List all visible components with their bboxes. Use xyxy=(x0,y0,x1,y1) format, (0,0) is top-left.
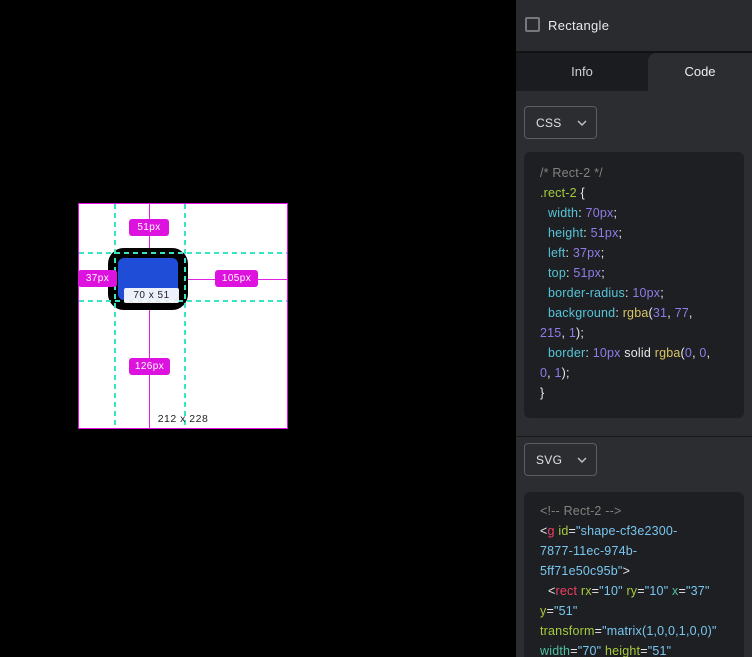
code-line: .rect-2 { xyxy=(540,183,744,203)
code-line: <rect rx="10" ry="10" x="37" xyxy=(548,581,744,601)
chevron-down-icon xyxy=(577,457,587,463)
code-line: background: rgba(31, 77, xyxy=(548,303,744,323)
shape-size-chip: 70 x 51 xyxy=(124,288,179,303)
code-line: border: 10px solid rgba(0, 0, xyxy=(548,343,744,363)
code-line: <!-- Rect-2 --> xyxy=(540,501,744,521)
code-line: height: 51px; xyxy=(548,223,744,243)
shape-checkbox[interactable] xyxy=(525,17,540,32)
chevron-down-icon xyxy=(577,120,587,126)
guide-top-edge xyxy=(79,252,287,254)
svg-language-select[interactable]: SVG xyxy=(524,443,597,476)
code-line: } xyxy=(540,383,744,403)
css-language-value: CSS xyxy=(536,116,562,130)
code-line: top: 51px; xyxy=(548,263,744,283)
code-line: border-radius: 10px; xyxy=(548,283,744,303)
guide-right-edge xyxy=(184,204,186,428)
measure-line-vertical xyxy=(149,204,150,428)
css-code-block: /* Rect-2 */.rect-2 {width: 70px;height:… xyxy=(524,152,744,418)
code-line: width: 70px; xyxy=(548,203,744,223)
code-line: <g id="shape-cf3e2300- xyxy=(540,521,744,541)
artboard[interactable]: 70 x 51 51px 37px 105px 126px 212 x 228 xyxy=(78,203,288,429)
code-line: 5ff71e50c95b"> xyxy=(540,561,744,581)
guide-left-edge xyxy=(114,204,116,428)
guide-bottom-edge xyxy=(79,300,287,302)
tab-code[interactable]: Code xyxy=(648,53,752,91)
canvas[interactable]: 70 x 51 51px 37px 105px 126px 212 x 228 xyxy=(0,0,516,657)
measurement-badge-left: 37px xyxy=(78,270,117,287)
svg-language-value: SVG xyxy=(536,453,562,467)
artboard-size-label: 212 x 228 xyxy=(79,413,287,425)
code-line: /* Rect-2 */ xyxy=(540,163,744,183)
code-line: 7877-11ec-974b- xyxy=(540,541,744,561)
code-line: transform="matrix(1,0,0,1,0,0)" xyxy=(540,621,744,641)
code-line: width="70" height="51" xyxy=(540,641,744,657)
measurement-badge-right: 105px xyxy=(215,270,258,287)
code-line: y="51" xyxy=(540,601,744,621)
section-divider xyxy=(516,436,752,437)
code-line: left: 37px; xyxy=(548,243,744,263)
code-line: 215, 1); xyxy=(540,323,744,343)
code-line: 0, 1); xyxy=(540,363,744,383)
svg-code-block: <!-- Rect-2 --><g id="shape-cf3e2300-787… xyxy=(524,492,744,657)
tab-info[interactable]: Info xyxy=(516,53,648,91)
shape-header: Rectangle xyxy=(516,0,752,51)
css-language-select[interactable]: CSS xyxy=(524,106,597,139)
measurement-badge-top: 51px xyxy=(129,219,169,236)
shape-name-label: Rectangle xyxy=(548,0,609,51)
tab-bar: Info Code xyxy=(516,53,752,91)
right-panel: Rectangle Info Code CSS /* Rect-2 */.rec… xyxy=(516,0,752,657)
measurement-badge-bottom: 126px xyxy=(129,358,170,375)
